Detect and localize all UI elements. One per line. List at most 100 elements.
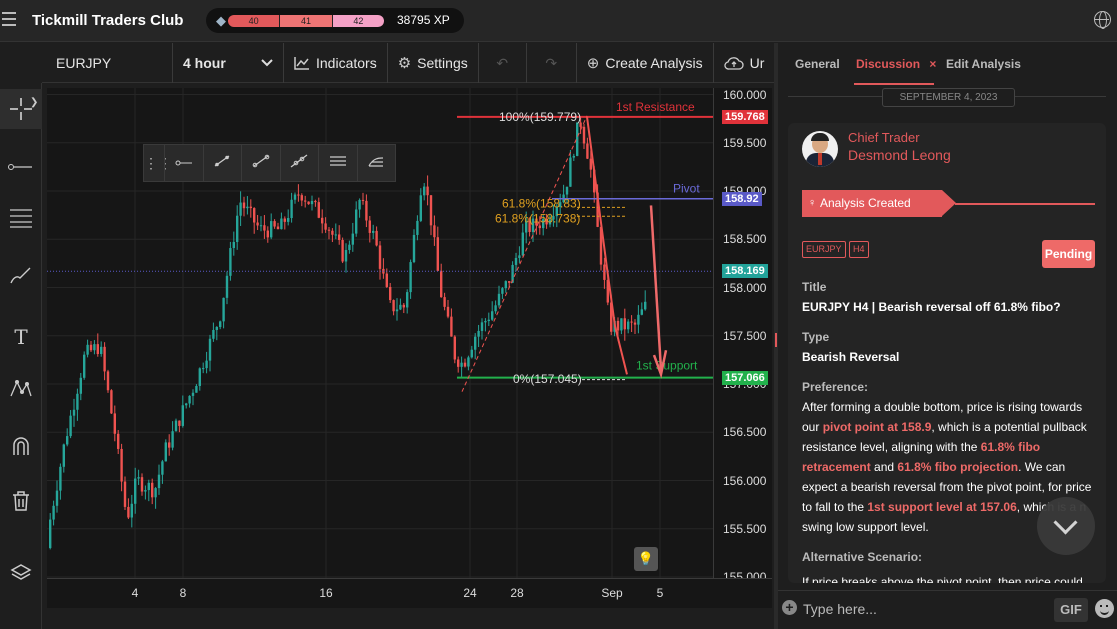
parallel-channel-icon <box>329 156 346 166</box>
candle-body <box>402 304 405 308</box>
time-tick-label: 8 <box>179 586 187 600</box>
candle-body <box>140 477 144 492</box>
text-tool[interactable]: T <box>0 317 42 357</box>
level-label: Pivot <box>673 182 700 196</box>
fib-levels-tool[interactable] <box>0 203 42 243</box>
drawing-sidebar: ❯ T <box>0 83 42 629</box>
price-tick-label: 156.500 <box>723 425 767 440</box>
candle-body <box>168 442 171 448</box>
avatar[interactable] <box>802 131 838 167</box>
horizontal-ray-button[interactable] <box>164 145 203 181</box>
fib-label: 61.8%(158.83) <box>502 196 581 210</box>
emoji-icon[interactable] <box>1095 599 1114 618</box>
tab-discussion[interactable]: Discussion × <box>856 57 936 71</box>
magnet-tool[interactable] <box>0 431 42 471</box>
candle-body <box>161 461 164 475</box>
candle-body <box>331 230 334 235</box>
pattern-tool[interactable] <box>0 374 42 414</box>
plus-circle-icon: ⊕ <box>586 55 600 72</box>
candle-body <box>429 195 433 226</box>
candle-body <box>640 309 643 315</box>
horizontal-line-tool[interactable] <box>0 146 42 186</box>
undo-button[interactable]: ↶ <box>479 43 527 83</box>
settings-label: Settings <box>417 55 468 71</box>
candle-body <box>171 431 174 448</box>
panel-tabs: General Discussion × Edit Analysis <box>778 43 1117 85</box>
text-icon: T <box>14 325 28 349</box>
trend-line-icon <box>214 155 230 167</box>
upload-button[interactable]: Ur <box>714 43 775 83</box>
candle-body <box>130 503 133 518</box>
candle-body <box>208 338 212 361</box>
author-name[interactable]: Desmond Leong <box>848 147 951 163</box>
candle-body <box>266 230 269 238</box>
candle-body <box>236 215 239 242</box>
brush-icon <box>10 267 31 284</box>
tab-edit-analysis[interactable]: Edit Analysis <box>946 57 1021 71</box>
candle-body <box>123 481 127 507</box>
candle-body <box>627 321 630 330</box>
indicators-button[interactable]: Indicators <box>284 43 388 83</box>
candle-body <box>399 304 402 310</box>
brush-tool[interactable] <box>0 260 42 300</box>
type-value: Bearish Reversal <box>802 350 900 364</box>
chevron-right-icon[interactable]: ❯ <box>30 97 38 108</box>
settings-button[interactable]: ⚙ Settings <box>388 43 479 83</box>
fib-diagonal <box>461 115 588 392</box>
trend-line-button[interactable] <box>202 145 242 181</box>
analysis-created-banner: ♀ Analysis Created <box>802 190 956 217</box>
line-button[interactable] <box>241 145 280 181</box>
menu-icon[interactable] <box>2 12 16 28</box>
candle-body <box>358 199 361 210</box>
analysis-created-label: Analysis Created <box>820 196 911 210</box>
delete-tool[interactable] <box>0 486 42 526</box>
highlight: 1st support level at 157.06 <box>867 500 1017 514</box>
timeframe-selector[interactable]: 4 hour <box>173 43 284 83</box>
redo-button[interactable]: ↷ <box>527 43 577 83</box>
highlight: 61.8% fibo projection <box>897 460 1019 474</box>
fib-levels-icon <box>10 209 32 228</box>
tab-general[interactable]: General <box>795 57 840 71</box>
candle-body <box>215 326 218 330</box>
candle-body <box>72 409 76 416</box>
candle-body <box>321 217 324 224</box>
symbol-selector[interactable]: EURJPY <box>42 43 173 83</box>
candle-body <box>518 255 521 258</box>
extended-line-button[interactable] <box>279 145 319 181</box>
title-label: Title <box>802 280 827 294</box>
time-axis[interactable]: 4 8 16 24 28 Sep 5 <box>47 578 772 608</box>
lightbulb-icon[interactable]: 💡 <box>634 547 658 571</box>
indicators-label: Indicators <box>316 55 377 71</box>
layers-tool[interactable] <box>0 558 42 598</box>
candle-body <box>144 490 147 492</box>
candle-body <box>355 209 358 234</box>
candle-body <box>120 448 123 482</box>
price-badge: 157.066 <box>722 370 768 385</box>
message-input[interactable] <box>803 599 1043 619</box>
plus-icon[interactable]: + <box>782 600 797 615</box>
candle-body <box>174 420 178 432</box>
parallel-channel-button[interactable] <box>318 145 357 181</box>
candle-body <box>49 519 52 549</box>
app-title: Tickmill Traders Club <box>32 12 184 29</box>
candle-body <box>521 232 524 256</box>
candle-body <box>450 316 453 337</box>
candle-body <box>188 395 191 404</box>
candle-body <box>263 225 266 231</box>
crosshair-tool[interactable] <box>0 89 42 129</box>
timeframe-tag: H4 <box>849 241 869 258</box>
candle-body <box>304 200 307 202</box>
candle-body <box>164 442 167 462</box>
candle-body <box>338 234 341 240</box>
globe-icon[interactable] <box>1094 11 1111 29</box>
gif-button[interactable]: GIF <box>1054 598 1088 622</box>
drag-handle-icon[interactable]: ⋮⋮ <box>144 145 172 181</box>
fib-channel-button[interactable] <box>356 145 396 181</box>
level-label: 1st Support <box>636 359 698 373</box>
symbol-tag: EURJPY <box>802 241 846 258</box>
create-analysis-button[interactable]: ⊕ Create Analysis <box>577 43 714 83</box>
price-axis[interactable]: 160.000159.500159.000158.500158.000157.5… <box>713 88 772 584</box>
close-icon[interactable]: × <box>929 57 936 71</box>
scroll-down-button[interactable] <box>1037 497 1095 555</box>
candle-body <box>433 225 436 238</box>
